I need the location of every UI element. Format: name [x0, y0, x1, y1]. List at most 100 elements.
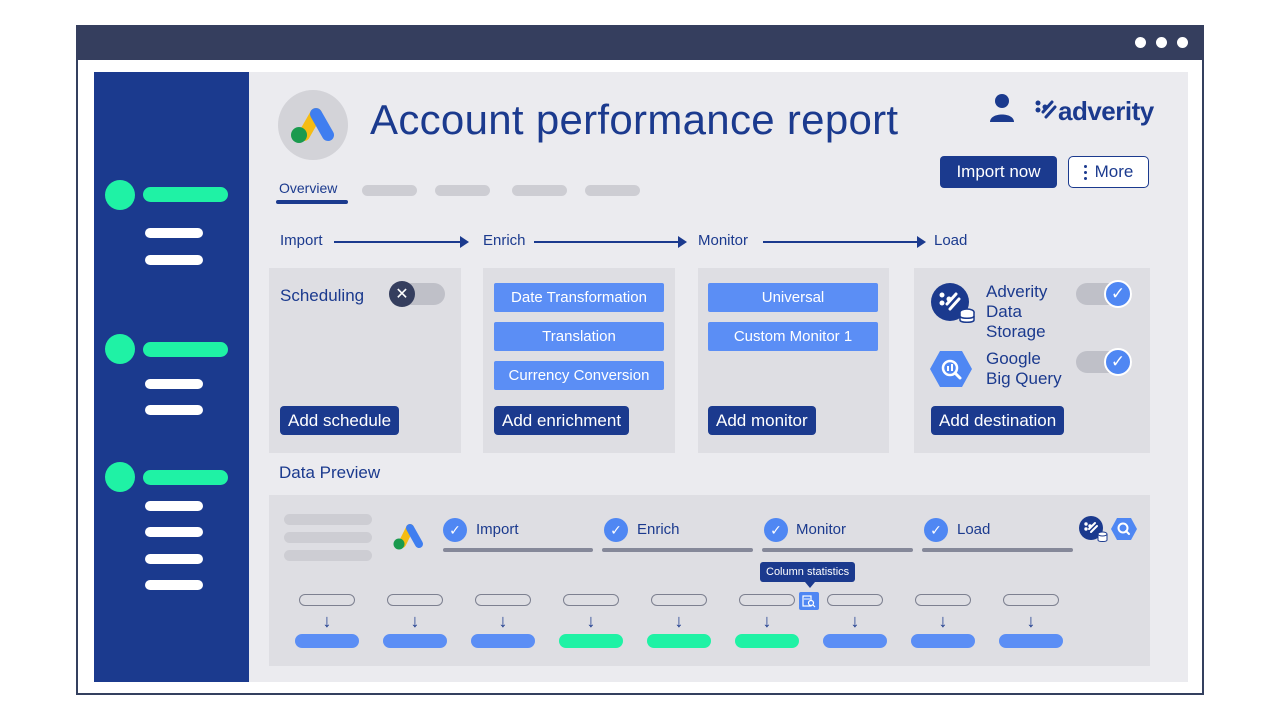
column-value-bar[interactable] — [647, 634, 711, 648]
progress-line — [443, 548, 593, 552]
column-value-bar[interactable] — [383, 634, 447, 648]
sidebar-item[interactable] — [145, 405, 203, 415]
check-icon: ✓ — [443, 518, 467, 542]
window-control-dot[interactable] — [1156, 37, 1167, 48]
add-schedule-button[interactable]: Add schedule — [280, 406, 400, 435]
sidebar — [94, 72, 249, 682]
column-header[interactable] — [475, 594, 531, 606]
sidebar-item[interactable] — [145, 255, 203, 265]
arrow-down-icon: ↓ — [762, 611, 772, 631]
add-destination-button[interactable]: Add destination — [931, 406, 1065, 435]
more-button[interactable]: More — [1068, 156, 1149, 188]
placeholder-bar — [284, 532, 372, 543]
google-ads-logo-icon — [278, 90, 348, 160]
sidebar-section-heading[interactable] — [143, 187, 228, 202]
sidebar-item[interactable] — [145, 501, 203, 511]
page-title: Account performance report — [370, 96, 899, 143]
arrow-right-icon — [460, 236, 469, 248]
column-value-bar[interactable] — [295, 634, 359, 648]
tab-overview[interactable]: Overview — [279, 180, 337, 196]
adverity-logo-icon — [1034, 98, 1058, 127]
window-control-dot[interactable] — [1177, 37, 1188, 48]
sidebar-section-heading[interactable] — [143, 342, 228, 357]
tab-active-indicator — [276, 200, 348, 204]
progress-line — [922, 548, 1073, 552]
column-header[interactable] — [827, 594, 883, 606]
flow-step-load: Load — [934, 232, 968, 249]
arrow-down-icon: ↓ — [674, 611, 684, 631]
column-value-bar[interactable] — [559, 634, 623, 648]
check-icon: ✓ — [604, 518, 628, 542]
arrow-down-icon: ↓ — [498, 611, 508, 631]
user-icon[interactable] — [988, 93, 1016, 128]
add-enrichment-button[interactable]: Add enrichment — [494, 406, 630, 435]
sidebar-item[interactable] — [145, 228, 203, 238]
column-header[interactable] — [1003, 594, 1059, 606]
destination-name: Google Big Query — [986, 349, 1062, 388]
tab-placeholder[interactable] — [585, 185, 640, 196]
flow-step-monitor: Monitor — [698, 232, 749, 249]
flow-arrow — [334, 241, 462, 243]
more-vert-icon — [1083, 164, 1087, 180]
tab-placeholder[interactable] — [362, 185, 417, 196]
check-icon[interactable]: ✓ — [1104, 348, 1132, 376]
arrow-right-icon — [678, 236, 687, 248]
window-titlebar — [76, 25, 1204, 60]
sidebar-section-heading[interactable] — [143, 470, 228, 485]
column-statistics-icon[interactable] — [799, 592, 819, 610]
sidebar-section-icon[interactable] — [105, 334, 135, 364]
check-icon[interactable]: ✓ — [1104, 280, 1132, 308]
enrichment-item[interactable]: Translation — [494, 322, 664, 351]
progress-line — [762, 548, 913, 552]
column-header[interactable] — [563, 594, 619, 606]
monitor-item[interactable]: Custom Monitor 1 — [708, 322, 878, 351]
google-ads-icon — [392, 520, 428, 557]
window-control-dot[interactable] — [1135, 37, 1146, 48]
arrow-down-icon: ↓ — [1026, 611, 1036, 631]
more-button-label: More — [1094, 162, 1134, 181]
sidebar-item[interactable] — [145, 527, 203, 537]
adverity-storage-icon — [1078, 515, 1108, 548]
check-icon: ✓ — [924, 518, 948, 542]
preview-step-load: Load — [957, 521, 991, 538]
column-header[interactable] — [299, 594, 355, 606]
bigquery-icon — [1110, 517, 1138, 546]
preview-step-monitor: Monitor — [796, 521, 847, 538]
column-value-bar[interactable] — [735, 634, 799, 648]
tab-placeholder[interactable] — [435, 185, 490, 196]
sidebar-section-icon[interactable] — [105, 462, 135, 492]
column-header[interactable] — [651, 594, 707, 606]
sidebar-item[interactable] — [145, 379, 203, 389]
arrow-down-icon: ↓ — [322, 611, 332, 631]
flow-arrow — [534, 241, 680, 243]
close-icon[interactable]: ✕ — [389, 281, 415, 307]
column-header[interactable] — [387, 594, 443, 606]
arrow-down-icon: ↓ — [850, 611, 860, 631]
placeholder-bar — [284, 514, 372, 525]
column-value-bar[interactable] — [911, 634, 975, 648]
flow-step-import: Import — [280, 232, 323, 249]
column-statistics-tooltip: Column statistics — [760, 562, 856, 582]
placeholder-bar — [284, 550, 372, 561]
column-value-bar[interactable] — [823, 634, 887, 648]
sidebar-section-icon[interactable] — [105, 180, 135, 210]
sidebar-item[interactable] — [145, 580, 203, 590]
enrichment-item[interactable]: Date Transformation — [494, 283, 664, 312]
column-header[interactable] — [739, 594, 795, 606]
monitor-item[interactable]: Universal — [708, 283, 878, 312]
arrow-down-icon: ↓ — [410, 611, 420, 631]
sidebar-item[interactable] — [145, 554, 203, 564]
column-value-bar[interactable] — [471, 634, 535, 648]
import-now-button[interactable]: Import now — [940, 156, 1057, 188]
destination-name: Adverity Data Storage — [986, 282, 1048, 341]
column-value-bar[interactable] — [999, 634, 1063, 648]
progress-line — [602, 548, 753, 552]
arrow-down-icon: ↓ — [586, 611, 596, 631]
bigquery-icon — [930, 350, 972, 393]
adverity-storage-icon — [930, 282, 976, 331]
flow-step-enrich: Enrich — [483, 232, 526, 249]
enrichment-item[interactable]: Currency Conversion — [494, 361, 664, 390]
add-monitor-button[interactable]: Add monitor — [708, 406, 816, 435]
column-header[interactable] — [915, 594, 971, 606]
tab-placeholder[interactable] — [512, 185, 567, 196]
